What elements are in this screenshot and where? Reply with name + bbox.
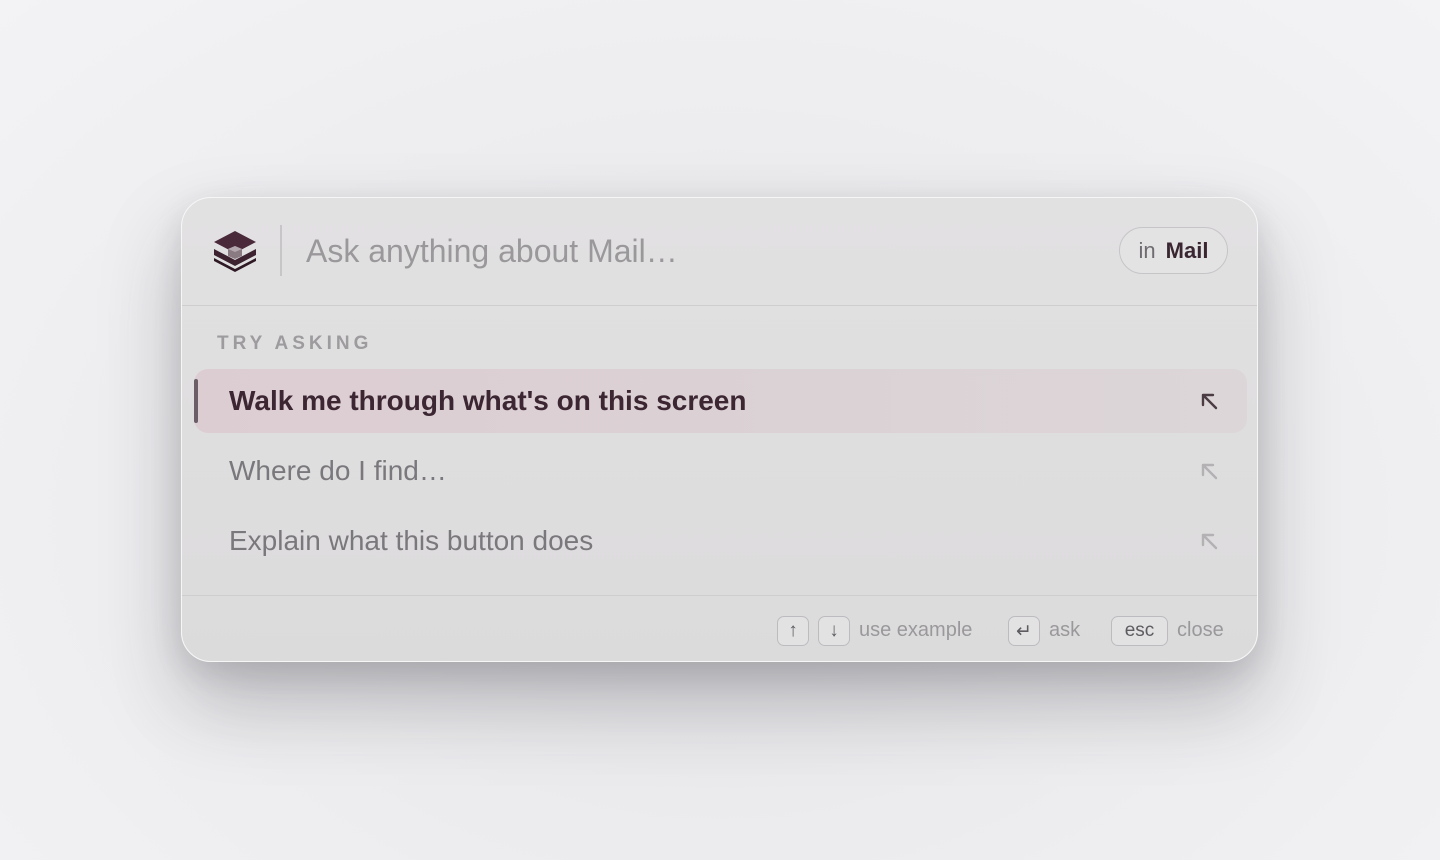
use-example-hint: use example — [859, 619, 973, 641]
palette-header: in Mail — [182, 198, 1257, 306]
palette-footer: ↑ ↓ use example ↵ ask esc close — [182, 595, 1257, 661]
search-input[interactable] — [306, 228, 1086, 274]
enter-key: ↵ — [1008, 616, 1040, 646]
app-context-chip[interactable]: in Mail — [1119, 227, 1228, 274]
arrow-up-left-icon — [1201, 393, 1218, 410]
arrow-down-key: ↓ — [818, 616, 850, 646]
suggestion-item[interactable]: Explain what this button does — [194, 509, 1247, 573]
header-divider — [280, 225, 282, 276]
suggestion-item[interactable]: Where do I find… — [194, 439, 1247, 503]
context-prefix: in — [1138, 237, 1156, 263]
suggestion-label: Walk me through what's on this screen — [229, 385, 747, 416]
layered-cube-logo-icon — [214, 231, 256, 272]
arrow-up-key: ↑ — [777, 616, 809, 646]
suggestion-label: Explain what this button does — [229, 525, 594, 556]
suggestion-label: Where do I find… — [229, 455, 447, 486]
ask-hint: ask — [1049, 619, 1081, 641]
assistant-palette: in Mail TRY ASKING Walk me through what'… — [181, 197, 1258, 662]
suggestion-item[interactable]: Walk me through what's on this screen — [194, 369, 1247, 433]
close-hint: close — [1177, 619, 1224, 641]
esc-key: esc — [1111, 616, 1168, 646]
arrow-up-left-icon — [1201, 533, 1218, 550]
section-label: TRY ASKING — [217, 333, 373, 354]
arrow-up-left-icon — [1201, 463, 1218, 480]
context-app-name: Mail — [1165, 237, 1209, 263]
